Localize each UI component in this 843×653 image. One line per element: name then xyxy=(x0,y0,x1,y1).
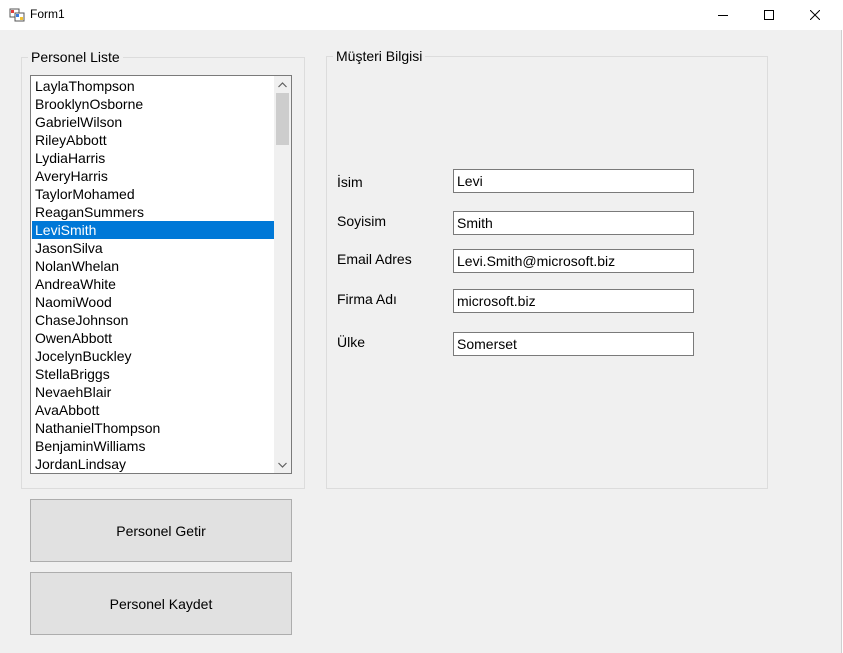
list-item[interactable]: ChaseJohnson xyxy=(32,311,274,329)
personel-list-items: LaylaThompson BrooklynOsborne GabrielWilso… xyxy=(32,77,274,473)
list-item[interactable]: StellaBriggs xyxy=(32,365,274,383)
ulke-label: Ülke xyxy=(337,334,366,350)
firma-field[interactable] xyxy=(453,289,694,313)
scroll-down-button[interactable] xyxy=(274,456,291,473)
list-item[interactable]: ReaganSummers xyxy=(32,203,274,221)
isim-label: İsim xyxy=(337,174,363,190)
personel-getir-button[interactable]: Personel Getir xyxy=(30,499,292,562)
list-item[interactable]: LaylaThompson xyxy=(32,77,274,95)
list-item[interactable]: JocelynBuckley xyxy=(32,347,274,365)
chevron-down-icon xyxy=(278,462,287,468)
minimize-button[interactable] xyxy=(700,0,746,30)
list-item[interactable]: GabrielWilson xyxy=(32,113,274,131)
list-item[interactable]: JordanLindsay xyxy=(32,455,274,473)
email-label: Email Adres xyxy=(337,251,412,267)
maximize-button[interactable] xyxy=(746,0,792,30)
minimize-icon xyxy=(718,15,728,16)
title-bar[interactable]: Form1 xyxy=(0,0,842,30)
list-item[interactable]: OwenAbbott xyxy=(32,329,274,347)
personel-listbox[interactable]: LaylaThompson BrooklynOsborne GabrielWilso… xyxy=(30,75,292,474)
isim-field[interactable] xyxy=(453,169,694,193)
scroll-thumb[interactable] xyxy=(276,93,289,145)
email-field[interactable] xyxy=(453,249,694,273)
list-item[interactable]: NathanielThompson xyxy=(32,419,274,437)
listbox-scrollbar[interactable] xyxy=(274,76,291,473)
musteri-bilgisi-label: Müşteri Bilgisi xyxy=(333,48,426,64)
soyisim-label: Soyisim xyxy=(337,213,387,229)
firma-label: Firma Adı xyxy=(337,291,397,307)
app-icon xyxy=(9,7,25,23)
soyisim-field[interactable] xyxy=(453,211,694,235)
list-item[interactable]: NevaehBlair xyxy=(32,383,274,401)
list-item[interactable]: RileyAbbott xyxy=(32,131,274,149)
list-item[interactable]: LeviSmith xyxy=(32,221,274,239)
list-item[interactable]: BrooklynOsborne xyxy=(32,95,274,113)
maximize-icon xyxy=(764,10,774,20)
personel-liste-label: Personel Liste xyxy=(28,49,123,65)
close-button[interactable] xyxy=(792,0,838,30)
list-item[interactable]: AveryHarris xyxy=(32,167,274,185)
window-title: Form1 xyxy=(30,7,65,21)
list-item[interactable]: LydiaHarris xyxy=(32,149,274,167)
ulke-field[interactable] xyxy=(453,332,694,356)
main-window: Form1 Personel Liste LaylaThompson Brookl… xyxy=(0,0,842,653)
list-item[interactable]: NolanWhelan xyxy=(32,257,274,275)
list-item[interactable]: AndreaWhite xyxy=(32,275,274,293)
personel-kaydet-button[interactable]: Personel Kaydet xyxy=(30,572,292,635)
scroll-up-button[interactable] xyxy=(274,76,291,93)
list-item[interactable]: TaylorMohamed xyxy=(32,185,274,203)
chevron-up-icon xyxy=(278,81,287,87)
list-item[interactable]: BenjaminWilliams xyxy=(32,437,274,455)
list-item[interactable]: JasonSilva xyxy=(32,239,274,257)
close-icon xyxy=(810,10,820,20)
list-item[interactable]: AvaAbbott xyxy=(32,401,274,419)
list-item[interactable]: NaomiWood xyxy=(32,293,274,311)
